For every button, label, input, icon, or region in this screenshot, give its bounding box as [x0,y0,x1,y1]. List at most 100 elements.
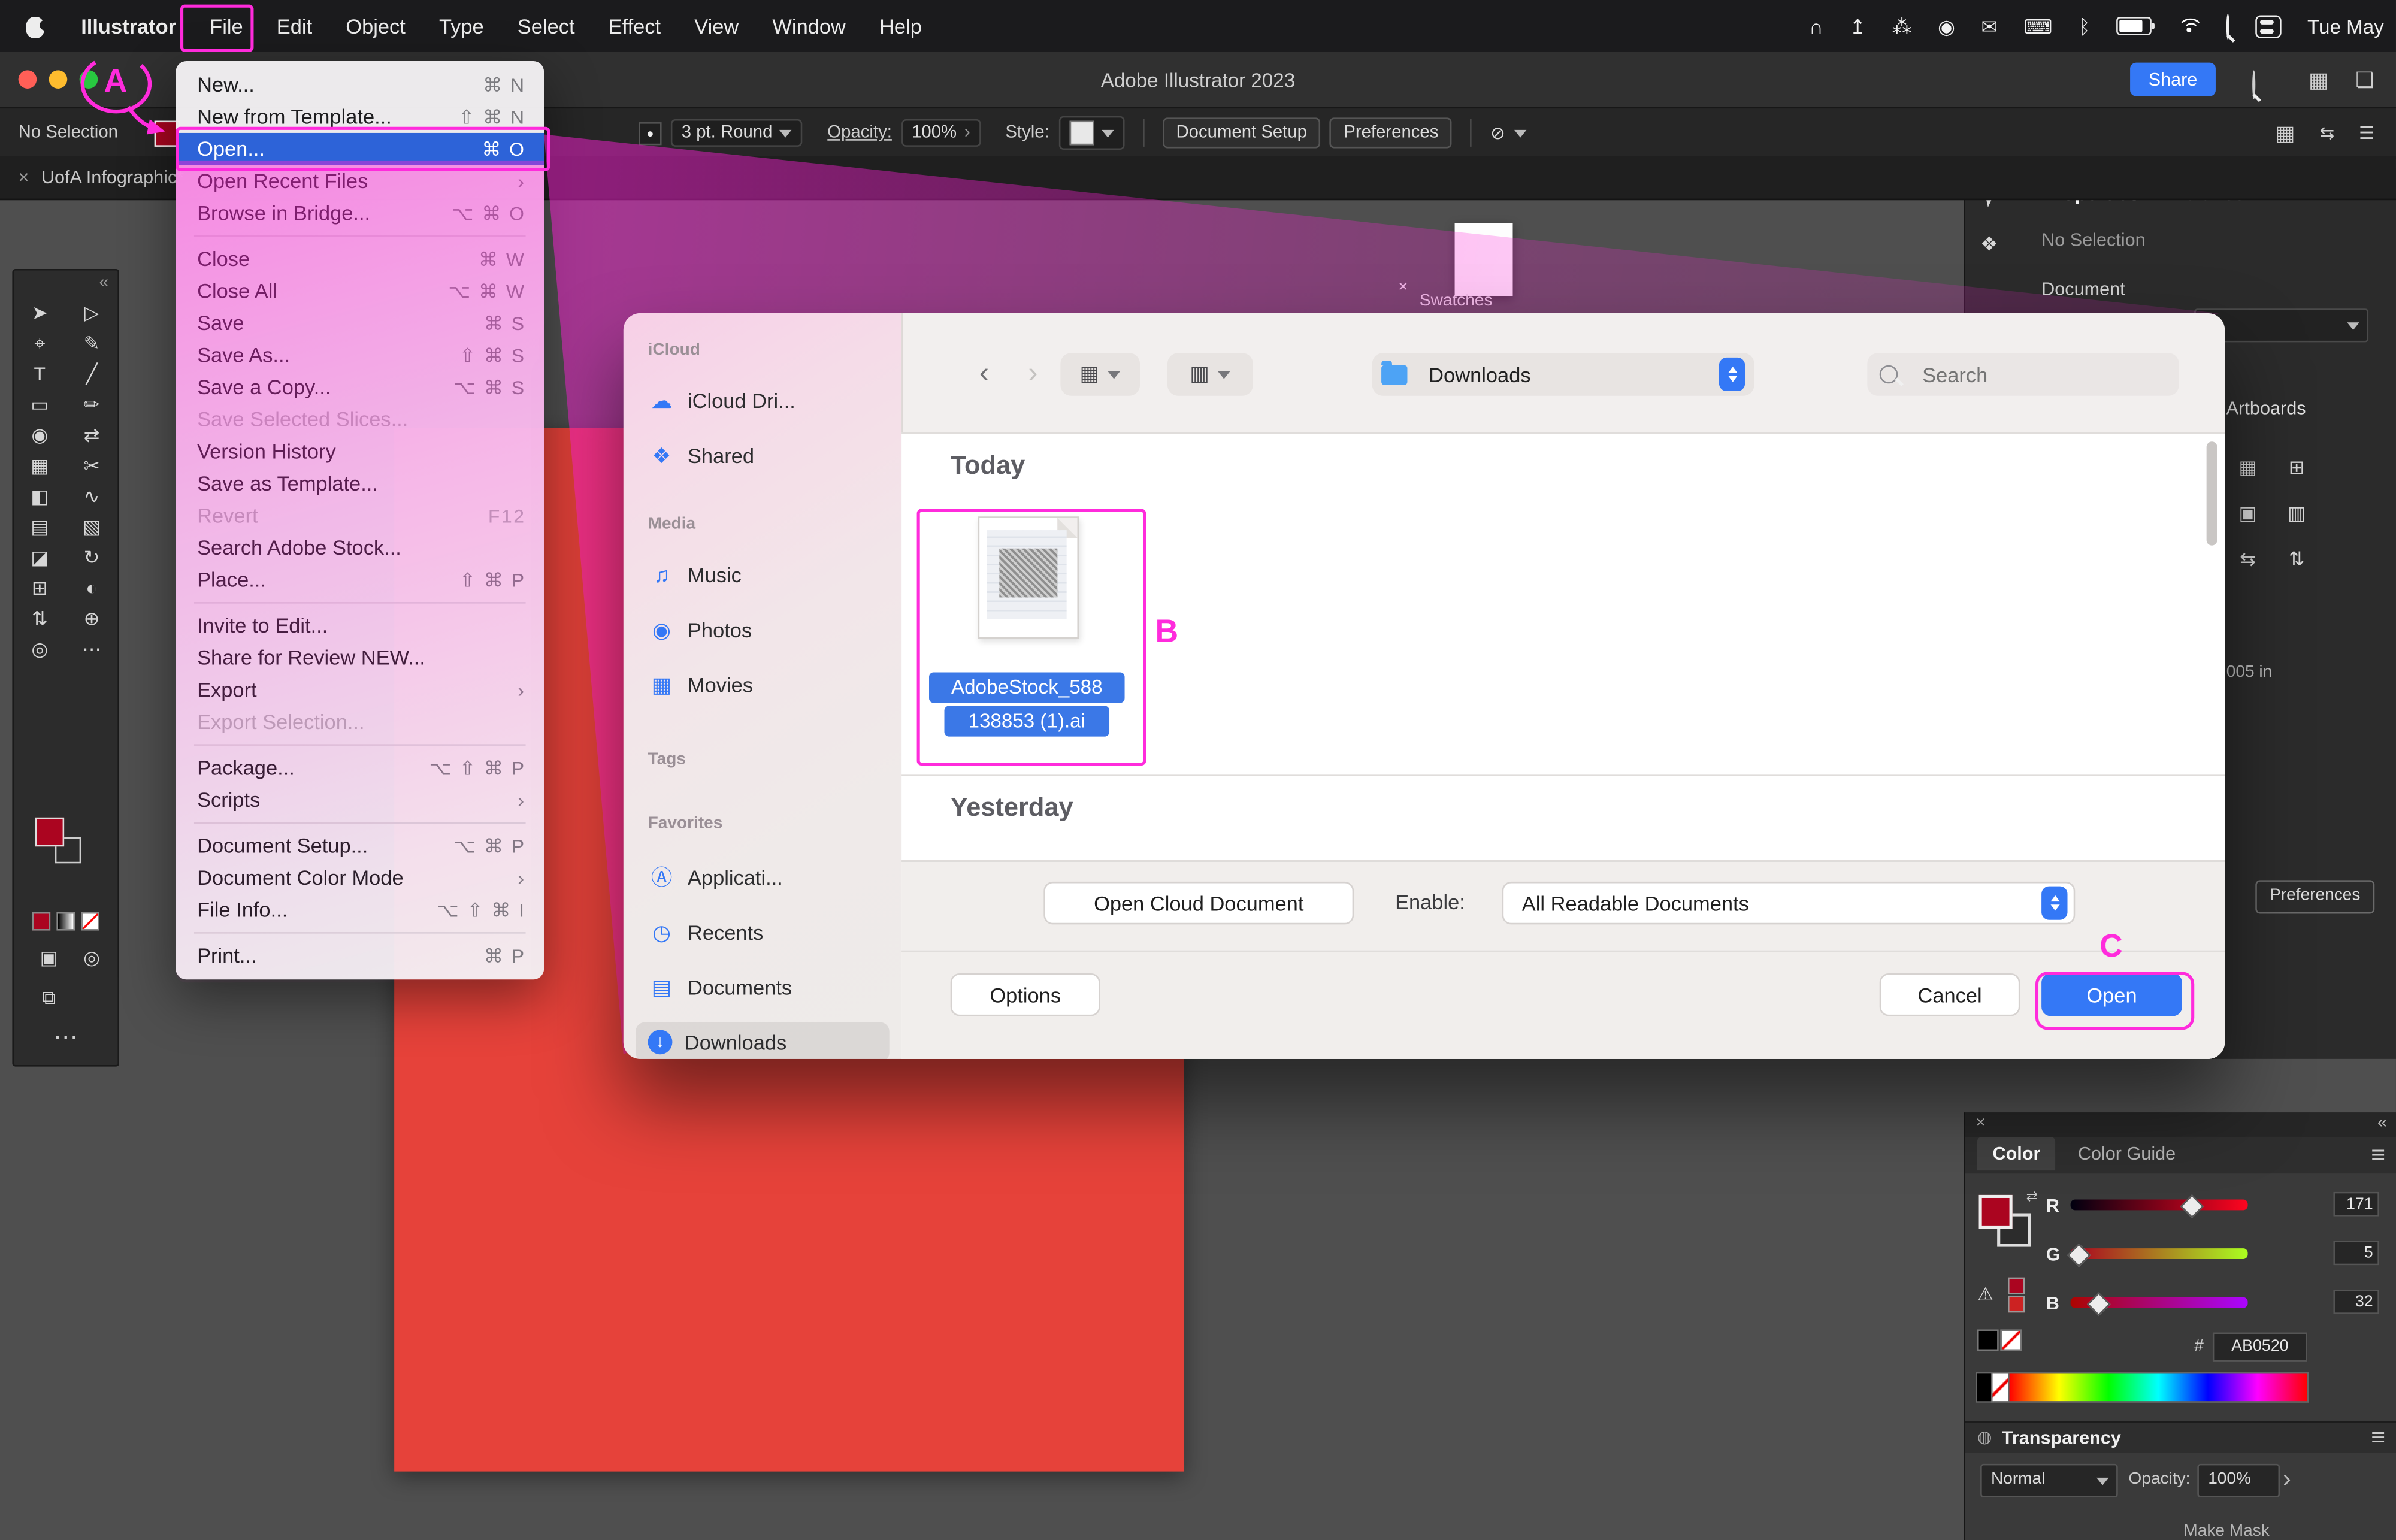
wifi-icon[interactable] [2177,17,2200,34]
collapse-panel-icon[interactable]: « [99,274,108,292]
tool-icon[interactable]: ✎ [66,328,118,359]
fill-color-swatch[interactable] [35,818,64,846]
apple-menu-icon[interactable] [25,14,46,37]
tool-icon[interactable]: ⇅ [14,604,66,634]
tool-icon[interactable]: ▤ [14,512,66,543]
arrange-icon[interactable]: ▦ [2275,120,2295,146]
tool-icon[interactable]: ✂ [66,451,118,482]
menu-item-scripts[interactable]: Scripts› [176,784,544,816]
panel-icon[interactable]: ▣ [2222,498,2274,529]
draw-behind-icon[interactable]: ◎ [66,943,118,973]
menu-type[interactable]: Type [422,14,501,37]
menu-effect[interactable]: Effect [592,14,678,37]
menu-item-save[interactable]: Save⌘ S [176,307,544,340]
messages-icon[interactable]: ✉ [1981,16,1998,36]
panel-menu-icon[interactable]: ≡ [2371,1426,2385,1453]
workspace-grid-icon[interactable]: ▦ [2309,67,2329,93]
shapes-icon[interactable]: ❖ [1980,232,1998,257]
g-slider[interactable] [2071,1248,2248,1259]
sidebar-item-documents[interactable]: ▤Documents [648,967,890,1007]
sidebar-item-shared[interactable]: ❖Shared [648,435,890,475]
r-value[interactable]: 171 [2333,1192,2379,1217]
icon-view-dropdown[interactable]: ▦ [1060,353,1140,395]
tool-icon[interactable]: ◧ [14,482,66,512]
open-cloud-document-button[interactable]: Open Cloud Document [1043,882,1354,924]
scrollbar-thumb[interactable] [2207,441,2217,545]
close-tab-icon[interactable]: × [19,167,29,188]
location-dropdown[interactable]: Downloads [1372,353,1754,395]
grid-icon[interactable]: ▦ [2222,452,2274,483]
tool-icon[interactable]: ∿ [66,482,118,512]
gamut-warning-icon[interactable]: ⚠ [1977,1284,1993,1305]
grid-alt-icon[interactable]: ⊞ [2271,452,2323,483]
menu-view[interactable]: View [677,14,755,37]
menu-item-close[interactable]: Close⌘ W [176,243,544,276]
tool-icon[interactable]: ↻ [66,543,118,573]
color-spectrum[interactable] [2008,1372,2309,1403]
color-mode-icon[interactable] [32,912,51,931]
gamut-swatch-2[interactable] [2008,1296,2025,1312]
share-status-icon[interactable]: ↥ [1849,16,1866,36]
menu-item-place[interactable]: Place...⇧ ⌘ P [176,564,544,596]
swap-view-icon[interactable]: ⇆ [2320,122,2335,144]
b-slider-thumb[interactable] [2087,1292,2111,1316]
panels-layout-icon[interactable]: ❏ [2355,67,2374,93]
sidebar-item-recents[interactable]: ◷Recents [648,912,890,952]
b-value[interactable]: 32 [2333,1290,2379,1314]
forward-button[interactable]: › [1012,353,1054,395]
swap-icon[interactable]: ⇆ [2222,544,2274,574]
menu-item-save-as[interactable]: Save As...⇧ ⌘ S [176,339,544,371]
tool-icon[interactable]: T [14,359,66,389]
tool-icon[interactable]: ▦ [14,451,66,482]
menu-item-save-as-template[interactable]: Save as Template... [176,468,544,500]
r-slider[interactable] [2071,1200,2248,1211]
tab-color-guide[interactable]: Color Guide [2062,1137,2191,1170]
menu-item-search-adobe-stock[interactable]: Search Adobe Stock... [176,532,544,564]
menu-item-browse-in-bridge[interactable]: Browse in Bridge...⌥ ⌘ O [176,197,544,229]
headphones-icon[interactable]: ∩ [1809,16,1823,36]
tool-icon[interactable]: ▭ [14,390,66,420]
close-icon[interactable]: × [1976,1114,1985,1133]
g-slider-thumb[interactable] [2067,1244,2091,1267]
sort-icon[interactable]: ⇅ [2271,544,2323,574]
menu-item-document-color-mode[interactable]: Document Color Mode› [176,862,544,894]
menu-item-package[interactable]: Package...⌥ ⇧ ⌘ P [176,752,544,784]
opacity-dropdown[interactable]: 100% › [901,119,981,147]
black-proxy[interactable] [1977,1329,1999,1351]
none-proxy[interactable] [2000,1329,2022,1351]
menu-item-version-history[interactable]: Version History [176,435,544,468]
menu-item-print[interactable]: Print...⌘ P [176,940,544,972]
document-tab-title[interactable]: UofA Infographic* [41,167,184,188]
r-slider-thumb[interactable] [2180,1194,2204,1218]
tab-color[interactable]: Color [1977,1137,2056,1170]
panel-menu-icon[interactable]: ≡ [2371,1143,2385,1170]
g-value[interactable]: 5 [2333,1241,2379,1265]
collapse-panel-icon[interactable]: « [2377,1114,2387,1133]
app-menu[interactable]: Illustrator [64,14,193,37]
opacity-field[interactable]: 100% [2197,1464,2280,1497]
menu-item-file-info[interactable]: File Info...⌥ ⇧ ⌘ I [176,894,544,926]
options-button[interactable]: Options [951,973,1100,1016]
tool-icon[interactable]: ◐ [66,573,118,604]
spectrum-none[interactable] [1991,1372,2010,1403]
hex-field[interactable]: AB0520 [2213,1332,2307,1361]
stroke-style-dropdown[interactable]: 3 pt. Round [671,119,803,147]
tool-icon[interactable]: ⊞ [14,573,66,604]
sidebar-item-applications[interactable]: ⒶApplicati... [648,857,890,897]
keyboard-input-icon[interactable]: ⌨ [2024,16,2053,36]
cancel-button[interactable]: Cancel [1880,973,2020,1016]
sidebar-item-icloud-drive[interactable]: ☁iCloud Dri... [648,380,890,420]
more-tools-icon[interactable]: ⋯ [53,1022,78,1053]
paw-icon[interactable]: ⁂ [1892,16,1912,36]
sidebar-item-music[interactable]: ♫Music [648,555,890,594]
preferences-button[interactable]: Preferences [2255,880,2374,913]
tool-icon[interactable]: ╱ [66,359,118,389]
menu-edit[interactable]: Edit [260,14,329,37]
tool-icon[interactable]: ⇄ [66,420,118,451]
gradient-mode-icon[interactable] [56,912,75,931]
tool-icon[interactable]: ▷ [66,298,118,328]
search-box[interactable] [1867,353,2179,395]
close-icon[interactable]: × [1398,278,1408,296]
opacity-label[interactable]: Opacity: [827,124,892,143]
spotlight-icon[interactable] [2226,14,2229,37]
